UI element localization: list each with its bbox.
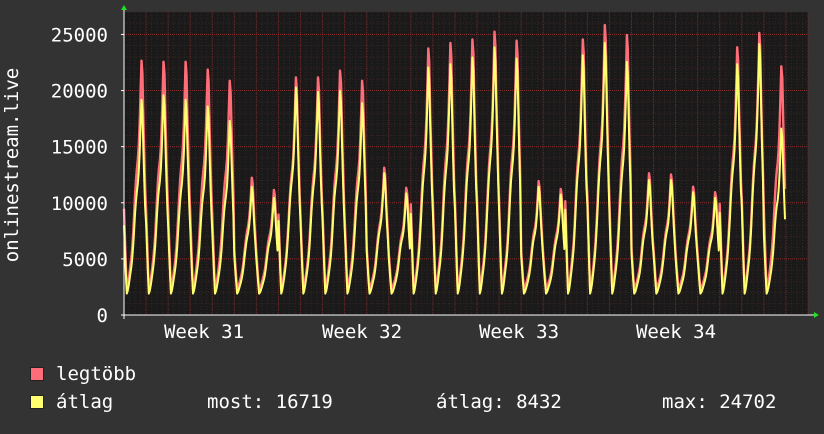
- x-tick-label: Week 34: [636, 321, 716, 343]
- y-tick-label: 10000: [51, 193, 108, 215]
- legend-swatch-avg: [30, 395, 44, 409]
- y-axis-label: onlinestream.live: [1, 68, 23, 262]
- x-tick-label: Week 31: [164, 321, 244, 343]
- y-axis-arrow: [121, 5, 127, 10]
- y-tick-label: 15000: [51, 137, 108, 159]
- stat-average: átlag: 8432: [436, 391, 562, 413]
- legend-label-max: legtöbb: [56, 363, 137, 385]
- y-tick-label: 5000: [62, 249, 108, 271]
- legend-label-avg: átlag: [56, 391, 114, 413]
- legend-item-max: legtöbb: [30, 363, 136, 385]
- y-tick-label: 20000: [51, 81, 108, 103]
- legend-swatch-max: [30, 367, 44, 381]
- x-tick-label: Week 33: [479, 321, 559, 343]
- x-axis-arrow: [814, 312, 819, 318]
- y-tick-label: 25000: [51, 24, 108, 46]
- x-tick-label: Week 32: [322, 321, 402, 343]
- legend-item-avg: átlag: [30, 391, 113, 413]
- stat-max: max: 24702: [662, 391, 777, 413]
- stat-current: most: 16719: [207, 391, 333, 413]
- y-tick-label: 0: [97, 305, 108, 327]
